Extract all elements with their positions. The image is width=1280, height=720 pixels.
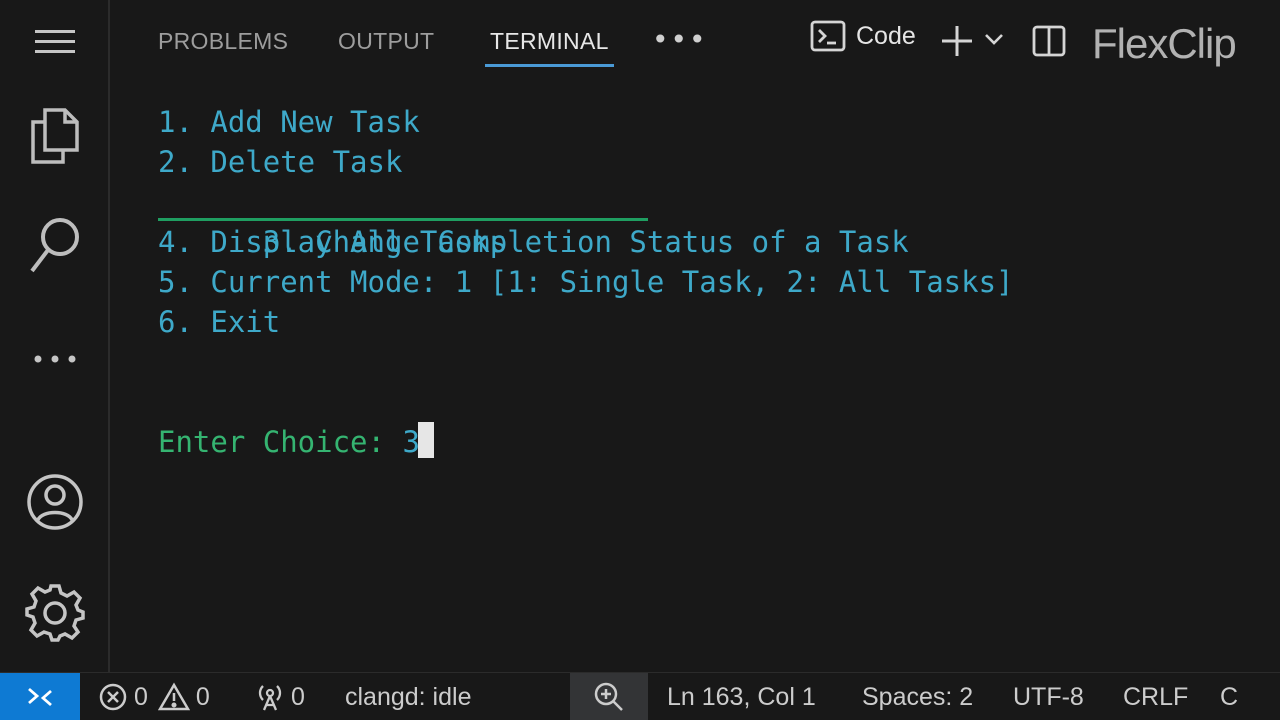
vscode-window: PROBLEMS OUTPUT TERMINAL ••• Code FlexCl… [0, 0, 1280, 720]
launch-profile-dropdown[interactable] [984, 32, 1004, 46]
menu-option-3: 3. Change Completion Status of a Task [158, 182, 1258, 259]
warning-icon [157, 682, 190, 712]
ports-count: 0 [291, 682, 305, 711]
manage-gear-icon[interactable] [0, 582, 110, 642]
encoding-status[interactable]: UTF-8 [1013, 673, 1084, 720]
line-ending-status[interactable]: CRLF [1123, 673, 1188, 720]
explorer-icon[interactable] [0, 105, 110, 167]
active-tab-indicator [485, 64, 614, 67]
error-count: 0 [134, 682, 148, 711]
menu-option-4: 4. Display All Tasks [158, 225, 508, 259]
search-icon[interactable] [0, 215, 110, 277]
plus-icon [940, 24, 974, 58]
language-server-status[interactable]: clangd: idle [345, 673, 471, 720]
terminal-cursor [417, 422, 434, 458]
remote-icon [26, 685, 54, 709]
cursor-position-status[interactable]: Ln 163, Col 1 [667, 673, 816, 720]
more-tabs-button[interactable]: ••• [652, 23, 708, 56]
ports-status-button[interactable]: 0 [255, 673, 305, 720]
broadcast-icon [255, 682, 285, 712]
tab-problems[interactable]: PROBLEMS [158, 28, 288, 62]
zoom-button[interactable] [570, 673, 648, 720]
accounts-icon[interactable] [0, 472, 110, 532]
menu-option-2: 2. Delete Task [158, 145, 403, 179]
menu-option-1: 1. Add New Task [158, 105, 420, 139]
zoom-in-icon [593, 681, 625, 713]
problems-status-button[interactable]: 0 0 [98, 673, 210, 720]
tab-output[interactable]: OUTPUT [338, 28, 434, 62]
terminal-icon [810, 20, 846, 52]
panel-header: PROBLEMS OUTPUT TERMINAL ••• Code FlexCl… [112, 0, 1280, 88]
language-mode-status[interactable]: C [1220, 673, 1238, 720]
menu-option-6: 6. Exit [158, 305, 281, 339]
prompt-label: Enter Choice: [158, 425, 403, 459]
terminal-output[interactable]: 1. Add New Task 2. Delete Task 3. Change… [158, 102, 1258, 662]
flexclip-watermark: FlexClip [1092, 20, 1237, 67]
indentation-status[interactable]: Spaces: 2 [862, 673, 973, 720]
terminal-profile-button[interactable]: Code [810, 20, 916, 52]
highlight-underline [158, 218, 648, 221]
status-bar: 0 0 0 clangd: idle Ln 163, Col 1 Spaces:… [0, 672, 1280, 720]
warning-count: 0 [195, 682, 210, 711]
error-icon [98, 682, 128, 712]
choice-prompt[interactable]: Enter Choice: 3 [158, 422, 434, 462]
split-icon [1032, 24, 1066, 58]
menu-option-5: 5. Current Mode: 1 [1: Single Task, 2: A… [158, 265, 1014, 299]
activity-bar [0, 0, 110, 672]
remote-indicator-button[interactable] [0, 673, 80, 720]
new-terminal-button[interactable] [940, 24, 974, 58]
split-terminal-button[interactable] [1032, 24, 1066, 58]
more-icon[interactable] [0, 345, 110, 373]
chevron-down-icon [984, 32, 1004, 46]
menu-icon[interactable] [0, 24, 110, 60]
terminal-profile-label: Code [856, 21, 916, 50]
tab-terminal[interactable]: TERMINAL [490, 28, 609, 62]
